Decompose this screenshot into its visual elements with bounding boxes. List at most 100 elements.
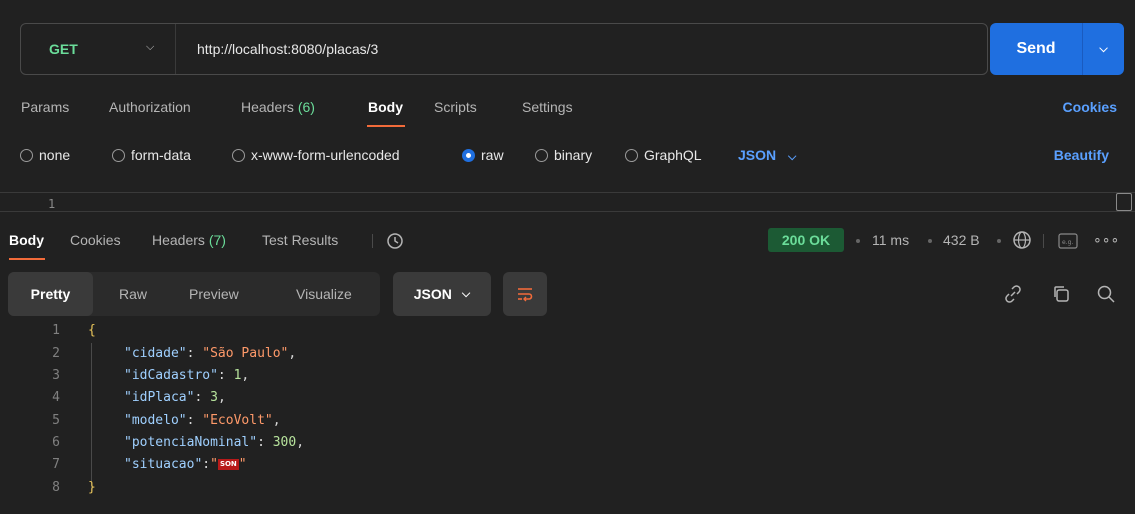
send-button[interactable]: Send ⌵ <box>990 23 1124 75</box>
line-number: 4 <box>52 390 60 405</box>
json-value: "EcoVolt" <box>202 413 273 428</box>
response-time[interactable]: 11 ms <box>872 232 909 248</box>
wrap-lines-icon <box>518 288 533 302</box>
radio-form-data[interactable]: form-data <box>112 147 191 163</box>
chevron-down-icon: ⌵ <box>788 151 797 163</box>
radio-urlencoded[interactable]: x-www-form-urlencoded <box>232 147 400 163</box>
radio-icon <box>535 148 548 162</box>
response-format-label: JSON <box>413 286 452 302</box>
radio-checked-icon <box>462 148 475 162</box>
resp-tab-headers[interactable]: Headers (7) <box>152 232 226 248</box>
search-icon[interactable] <box>1096 284 1116 304</box>
view-visualize[interactable]: Visualize <box>296 272 352 316</box>
resp-tab-headers-count: (7) <box>208 232 226 248</box>
code-line: 3 "idCadastro": 1, <box>0 368 1135 388</box>
tab-scripts[interactable]: Scripts <box>434 99 477 115</box>
code-line: 5 "modelo": "EcoVolt", <box>0 413 1135 433</box>
method-select[interactable]: GET ⌵ <box>21 24 176 74</box>
tab-params[interactable]: Params <box>21 99 69 115</box>
radio-none[interactable]: none <box>20 147 70 163</box>
chevron-down-icon: ⌵ <box>146 41 155 53</box>
request-body-editor[interactable]: 1 <box>0 192 1135 212</box>
tab-headers[interactable]: Headers (6) <box>241 99 315 115</box>
cookies-link[interactable]: Cookies <box>1063 99 1117 115</box>
view-mode-group: Pretty Raw Preview Visualize <box>8 272 380 316</box>
tab-authorization[interactable]: Authorization <box>109 99 191 115</box>
body-type-options: none form-data x-www-form-urlencoded raw… <box>0 145 1135 169</box>
json-field: "potenciaNominal": 300, <box>124 435 305 450</box>
method-label: GET <box>49 41 78 57</box>
active-tab-indicator <box>367 125 405 127</box>
response-tabs: Body Cookies Headers (7) Test Results 20… <box>0 228 1135 260</box>
json-key: "potenciaNominal" <box>124 435 258 450</box>
json-value: "São Paulo" <box>202 346 289 361</box>
json-key: "idCadastro" <box>124 368 218 383</box>
send-options-chevron-icon[interactable]: ⌵ <box>1083 43 1124 56</box>
code-line: 8 } <box>0 480 1135 500</box>
json-value: 300 <box>272 435 297 450</box>
view-pretty[interactable]: Pretty <box>8 272 93 316</box>
more-icon[interactable]: ∘∘∘ <box>1093 231 1119 248</box>
status-badge[interactable]: 200 OK <box>768 228 844 252</box>
resp-tab-body[interactable]: Body <box>9 232 44 248</box>
radio-graphql[interactable]: GraphQL <box>625 147 702 163</box>
tab-body[interactable]: Body <box>368 99 403 115</box>
divider <box>372 234 373 248</box>
body-format-label: JSON <box>738 147 777 163</box>
line-number: 5 <box>52 413 60 428</box>
wrap-lines-button[interactable] <box>503 272 547 316</box>
json-field: "situacao":" SON " <box>124 457 247 472</box>
json-key: "cidade" <box>124 346 187 361</box>
code-line: 1 { <box>0 323 1135 343</box>
view-preview[interactable]: Preview <box>189 272 239 316</box>
radio-urlencoded-label: x-www-form-urlencoded <box>251 147 400 163</box>
json-key: "idPlaca" <box>124 390 195 405</box>
history-icon[interactable] <box>385 231 405 254</box>
json-field: "modelo": "EcoVolt", <box>124 413 281 428</box>
radio-none-label: none <box>39 147 71 163</box>
code-line: 2 "cidade": "São Paulo", <box>0 346 1135 366</box>
json-key: "modelo" <box>124 413 187 428</box>
json-value: 3 <box>210 390 218 405</box>
divider <box>1043 234 1044 248</box>
beautify-button[interactable]: Beautify <box>1054 147 1109 163</box>
radio-icon <box>20 148 33 162</box>
response-size[interactable]: 432 B <box>943 232 980 248</box>
open-brace: { <box>88 323 96 338</box>
line-number: 7 <box>52 457 60 472</box>
line-number: 6 <box>52 435 60 450</box>
chevron-down-icon: ⌵ <box>461 287 471 300</box>
resp-tab-cookies[interactable]: Cookies <box>70 232 121 248</box>
line-number: 2 <box>52 346 60 361</box>
code-line: 4 "idPlaca": 3, <box>0 390 1135 410</box>
resp-tab-test-results[interactable]: Test Results <box>262 232 338 248</box>
view-raw[interactable]: Raw <box>119 272 147 316</box>
code-line: 7 "situacao":" SON " <box>0 457 1135 477</box>
url-box: GET ⌵ http://localhost:8080/placas/3 <box>20 23 988 75</box>
globe-icon[interactable] <box>1012 230 1032 253</box>
json-field: "idCadastro": 1, <box>124 368 250 383</box>
tab-headers-label: Headers <box>241 99 294 115</box>
body-format-select[interactable]: JSON ⌵ <box>738 147 796 164</box>
radio-graphql-label: GraphQL <box>644 147 702 163</box>
link-icon[interactable] <box>1003 284 1023 304</box>
response-body-viewer[interactable]: 1 { 2 "cidade": "São Paulo", 3 "idCadast… <box>0 321 1135 514</box>
copy-icon[interactable] <box>1051 284 1071 304</box>
radio-raw[interactable]: raw <box>462 147 504 163</box>
response-format-select[interactable]: JSON ⌵ <box>393 272 491 316</box>
send-label: Send <box>1016 40 1056 57</box>
editor-scrollbar[interactable] <box>1116 193 1132 211</box>
save-example-icon[interactable]: e.g. <box>1058 233 1078 252</box>
json-key: "situacao" <box>124 457 203 472</box>
response-toolbar: Pretty Raw Preview Visualize JSON ⌵ <box>8 272 1135 316</box>
json-field: "cidade": "São Paulo", <box>124 346 297 361</box>
radio-raw-label: raw <box>481 147 504 163</box>
radio-icon <box>232 148 245 162</box>
url-input[interactable]: http://localhost:8080/placas/3 <box>197 24 378 74</box>
code-line: 6 "potenciaNominal": 300, <box>0 435 1135 455</box>
line-number: 8 <box>52 480 60 495</box>
radio-icon <box>112 148 125 162</box>
meta-separator <box>928 239 932 243</box>
tab-settings[interactable]: Settings <box>522 99 573 115</box>
radio-binary[interactable]: binary <box>535 147 592 163</box>
